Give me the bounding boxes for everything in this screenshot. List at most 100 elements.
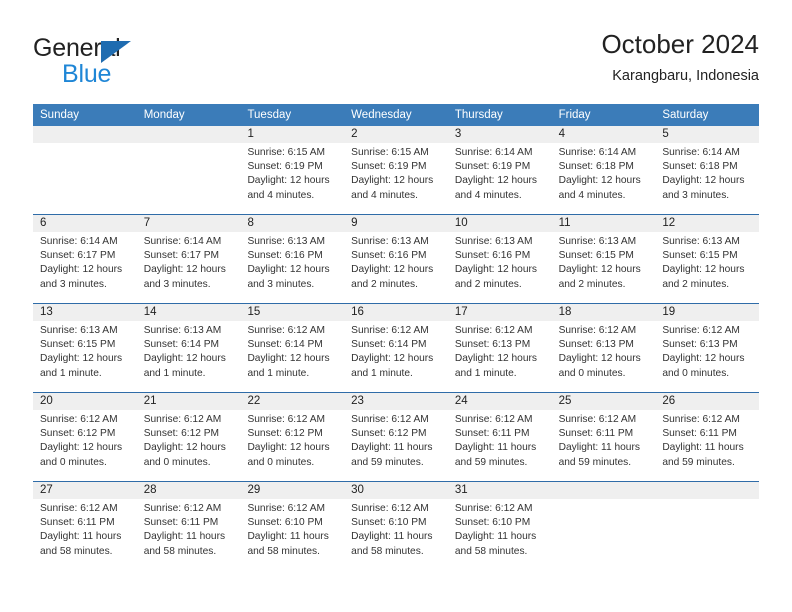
day-detail-line: and 1 minute.	[247, 367, 310, 379]
day-cell[interactable]: 6 Sunrise: 6:14 AM Sunset: 6:17 PM Daylight…	[33, 215, 137, 303]
day-detail-line: and 58 minutes.	[247, 545, 320, 557]
day-detail-line: Sunrise: 6:14 AM	[143, 236, 222, 247]
day-cell[interactable]: 28 Sunrise: 6:12 AM Sunset: 6:11 PM Dayligh…	[136, 482, 241, 570]
date-strip: 6	[33, 215, 137, 232]
day-detail-line: Sunrise: 6:13 AM	[662, 236, 740, 247]
date-number: 17	[454, 306, 468, 318]
date-strip: 9	[344, 215, 448, 232]
day-detail-line: Daylight: 12 hours	[662, 353, 745, 365]
day-detail-line: and 4 minutes.	[351, 189, 418, 201]
date-number: 4	[558, 128, 565, 140]
day-cell[interactable]: 14 Sunrise: 6:13 AM Sunset: 6:14 PM Dayligh…	[136, 304, 241, 392]
day-details	[33, 143, 137, 146]
day-detail-line: and 2 minutes.	[662, 278, 730, 290]
date-strip: 24	[447, 393, 552, 410]
day-detail-line: and 1 minute.	[454, 367, 517, 379]
date-strip: 21	[136, 393, 241, 410]
day-detail-line: Sunset: 6:11 PM	[662, 428, 737, 440]
day-cell[interactable]: 12 Sunrise: 6:13 AM Sunset: 6:15 PM Dayligh…	[655, 215, 760, 303]
day-cell[interactable]: 29 Sunrise: 6:12 AM Sunset: 6:10 PM Dayligh…	[240, 482, 345, 570]
day-cell[interactable]: 5 Sunrise: 6:14 AM Sunset: 6:18 PM Daylight…	[655, 126, 760, 214]
day-detail-line: Daylight: 12 hours	[40, 442, 123, 454]
day-cell[interactable]: 9 Sunrise: 6:13 AM Sunset: 6:16 PM Daylight…	[344, 215, 448, 303]
general-blue-logo[interactable]: General Blue	[33, 34, 213, 88]
day-cell[interactable]: 31 Sunrise: 6:12 AM Sunset: 6:10 PM Dayligh…	[447, 482, 552, 570]
date-number: 9	[351, 217, 358, 229]
day-cell[interactable]: 8 Sunrise: 6:13 AM Sunset: 6:16 PM Daylight…	[240, 215, 345, 303]
day-detail-line: Sunrise: 6:12 AM	[143, 503, 222, 514]
day-details: Sunrise: 6:12 AM Sunset: 6:11 PM Daylight:…	[448, 410, 552, 470]
day-cell[interactable]: 16 Sunrise: 6:12 AM Sunset: 6:14 PM Dayligh…	[344, 304, 448, 392]
date-number: 27	[40, 484, 53, 496]
day-detail-line: and 3 minutes.	[662, 189, 730, 201]
day-detail-line: Daylight: 11 hours	[143, 531, 226, 543]
date-strip: 17	[447, 304, 552, 321]
day-cell[interactable]: 17 Sunrise: 6:12 AM Sunset: 6:13 PM Dayligh…	[447, 304, 552, 392]
day-detail-line: Daylight: 12 hours	[454, 353, 537, 365]
date-strip: 19	[655, 304, 760, 321]
date-strip: 18	[551, 304, 656, 321]
date-number: 10	[454, 217, 468, 229]
day-detail-line: Sunset: 6:15 PM	[558, 250, 634, 262]
day-details: Sunrise: 6:12 AM Sunset: 6:11 PM Daylight:…	[33, 499, 137, 559]
day-details	[655, 499, 759, 502]
day-detail-line: Sunrise: 6:12 AM	[558, 325, 637, 336]
day-cell[interactable]: 23 Sunrise: 6:12 AM Sunset: 6:12 PM Dayligh…	[344, 393, 448, 481]
date-strip: 3	[447, 126, 552, 143]
day-detail-line: Sunrise: 6:12 AM	[454, 414, 533, 425]
day-details: Sunrise: 6:12 AM Sunset: 6:13 PM Daylight:…	[655, 321, 759, 381]
day-detail-line: Daylight: 12 hours	[143, 442, 226, 454]
day-details: Sunrise: 6:15 AM Sunset: 6:19 PM Daylight:…	[240, 143, 344, 203]
day-detail-line: Daylight: 12 hours	[143, 353, 226, 365]
day-detail-line: and 2 minutes.	[351, 278, 418, 290]
day-cell[interactable]: 25 Sunrise: 6:12 AM Sunset: 6:11 PM Dayligh…	[551, 393, 656, 481]
day-detail-line: and 0 minutes.	[40, 456, 107, 468]
day-cell[interactable]: 2 Sunrise: 6:15 AM Sunset: 6:19 PM Daylight…	[344, 126, 448, 214]
date-number: 5	[662, 128, 669, 140]
day-cell[interactable]: 27 Sunrise: 6:12 AM Sunset: 6:11 PM Dayligh…	[33, 482, 137, 570]
day-cell[interactable]: 7 Sunrise: 6:14 AM Sunset: 6:17 PM Daylight…	[136, 215, 241, 303]
day-cell[interactable]: 24 Sunrise: 6:12 AM Sunset: 6:11 PM Dayligh…	[447, 393, 552, 481]
day-detail-line: and 59 minutes.	[558, 456, 632, 468]
date-strip: 29	[240, 482, 345, 499]
day-details: Sunrise: 6:12 AM Sunset: 6:10 PM Daylight:…	[448, 499, 552, 559]
day-detail-line: Sunset: 6:12 PM	[351, 428, 427, 440]
day-cell[interactable]: 18 Sunrise: 6:12 AM Sunset: 6:13 PM Dayligh…	[551, 304, 656, 392]
weekday-header-row: Sunday Monday Tuesday Wednesday Thursday Frid…	[33, 104, 759, 126]
day-details: Sunrise: 6:14 AM Sunset: 6:19 PM Daylight:…	[448, 143, 552, 203]
day-details: Sunrise: 6:13 AM Sunset: 6:15 PM Daylight:…	[552, 232, 656, 292]
day-detail-line: Daylight: 12 hours	[351, 353, 434, 365]
day-cell[interactable]: 13 Sunrise: 6:13 AM Sunset: 6:15 PM Dayligh…	[33, 304, 137, 392]
day-details: Sunrise: 6:12 AM Sunset: 6:12 PM Daylight:…	[344, 410, 448, 470]
day-cell-empty	[655, 482, 760, 570]
day-detail-line: and 58 minutes.	[351, 545, 424, 557]
day-cell[interactable]: 30 Sunrise: 6:12 AM Sunset: 6:10 PM Dayligh…	[344, 482, 448, 570]
date-strip: 7	[136, 215, 241, 232]
day-details: Sunrise: 6:12 AM Sunset: 6:11 PM Daylight:…	[655, 410, 759, 470]
day-cell[interactable]: 21 Sunrise: 6:12 AM Sunset: 6:12 PM Dayligh…	[136, 393, 241, 481]
day-cell[interactable]: 4 Sunrise: 6:14 AM Sunset: 6:18 PM Daylight…	[551, 126, 656, 214]
day-cell-empty	[33, 126, 137, 214]
day-detail-line: and 4 minutes.	[454, 189, 522, 201]
day-detail-line: Sunset: 6:18 PM	[558, 161, 634, 173]
day-details: Sunrise: 6:13 AM Sunset: 6:16 PM Daylight:…	[240, 232, 344, 292]
day-detail-line: Daylight: 12 hours	[247, 353, 330, 365]
day-details	[137, 143, 241, 146]
weekday-header-friday: Friday	[558, 109, 591, 121]
day-cell[interactable]: 26 Sunrise: 6:12 AM Sunset: 6:11 PM Dayligh…	[655, 393, 760, 481]
day-cell[interactable]: 1 Sunrise: 6:15 AM Sunset: 6:19 PM Daylight…	[240, 126, 345, 214]
day-cell[interactable]: 10 Sunrise: 6:13 AM Sunset: 6:16 PM Dayligh…	[447, 215, 552, 303]
day-detail-line: and 59 minutes.	[662, 456, 735, 468]
day-cell[interactable]: 15 Sunrise: 6:12 AM Sunset: 6:14 PM Dayligh…	[240, 304, 345, 392]
day-detail-line: Daylight: 11 hours	[454, 442, 537, 454]
day-detail-line: Sunrise: 6:13 AM	[247, 236, 326, 247]
date-number: 28	[143, 484, 157, 496]
day-detail-line: Sunrise: 6:12 AM	[40, 414, 118, 425]
day-cell[interactable]: 20 Sunrise: 6:12 AM Sunset: 6:12 PM Dayligh…	[33, 393, 137, 481]
day-cell[interactable]: 19 Sunrise: 6:12 AM Sunset: 6:13 PM Dayligh…	[655, 304, 760, 392]
day-detail-line: Daylight: 12 hours	[662, 264, 745, 276]
day-cell[interactable]: 22 Sunrise: 6:12 AM Sunset: 6:12 PM Dayligh…	[240, 393, 345, 481]
day-cell[interactable]: 3 Sunrise: 6:14 AM Sunset: 6:19 PM Daylight…	[447, 126, 552, 214]
day-detail-line: Sunrise: 6:14 AM	[662, 147, 740, 158]
day-cell[interactable]: 11 Sunrise: 6:13 AM Sunset: 6:15 PM Dayligh…	[551, 215, 656, 303]
